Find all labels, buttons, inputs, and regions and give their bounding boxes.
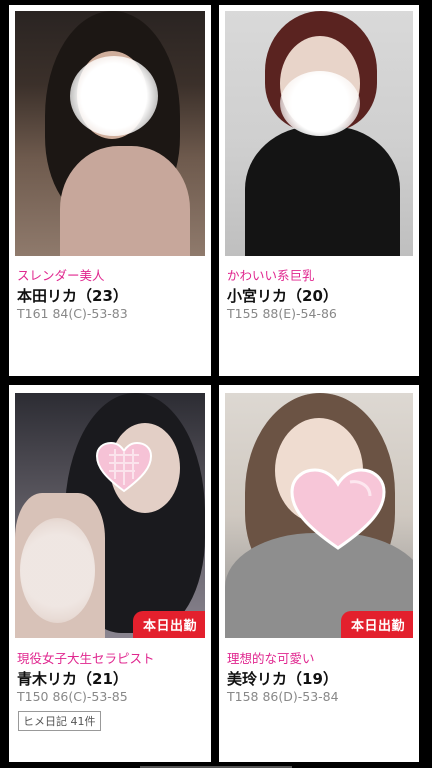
catchphrase: 現役女子大生セラピスト: [17, 651, 155, 666]
therapist-card-4[interactable]: 本日出勤 理想的な可愛い 美玲リカ（19） T158 86(D)-53-84: [219, 385, 419, 762]
catchphrase: 理想的な可愛い: [227, 651, 315, 666]
face-blur: [280, 71, 360, 136]
diary-link[interactable]: ヒメ日記 41件: [18, 711, 101, 731]
body-stats: T158 86(D)-53-84: [227, 689, 339, 704]
therapist-photo: [225, 11, 413, 256]
hand-blur: [20, 518, 95, 623]
therapist-name[interactable]: 本田リカ（23）: [17, 285, 128, 306]
catchphrase: かわいい系巨乳: [227, 268, 315, 283]
catchphrase: スレンダー美人: [17, 268, 105, 283]
body-stats: T155 88(E)-54-86: [227, 306, 337, 321]
face-blur: [70, 56, 158, 136]
therapist-card-2[interactable]: かわいい系巨乳 小宮リカ（20） T155 88(E)-54-86: [219, 5, 419, 376]
therapist-card-1[interactable]: スレンダー美人 本田リカ（23） T161 84(C)-53-83: [9, 5, 211, 376]
therapist-name[interactable]: 青木リカ（21）: [17, 668, 128, 689]
working-today-badge: 本日出勤: [132, 611, 205, 638]
therapist-photo: [15, 11, 205, 256]
therapist-photo: 本日出勤: [225, 393, 413, 638]
body-stats: T150 86(C)-53-85: [17, 689, 128, 704]
heart-sticker-icon: [95, 441, 153, 493]
therapist-name[interactable]: 美玲リカ（19）: [227, 668, 338, 689]
therapist-name[interactable]: 小宮リカ（20）: [227, 285, 338, 306]
therapist-card-3[interactable]: 本日出勤 現役女子大生セラピスト 青木リカ（21） T150 86(C)-53-…: [9, 385, 211, 762]
body-stats: T161 84(C)-53-83: [17, 306, 128, 321]
heart-sticker-icon: [290, 468, 386, 550]
working-today-badge: 本日出勤: [340, 611, 413, 638]
therapist-photo: 本日出勤: [15, 393, 205, 638]
